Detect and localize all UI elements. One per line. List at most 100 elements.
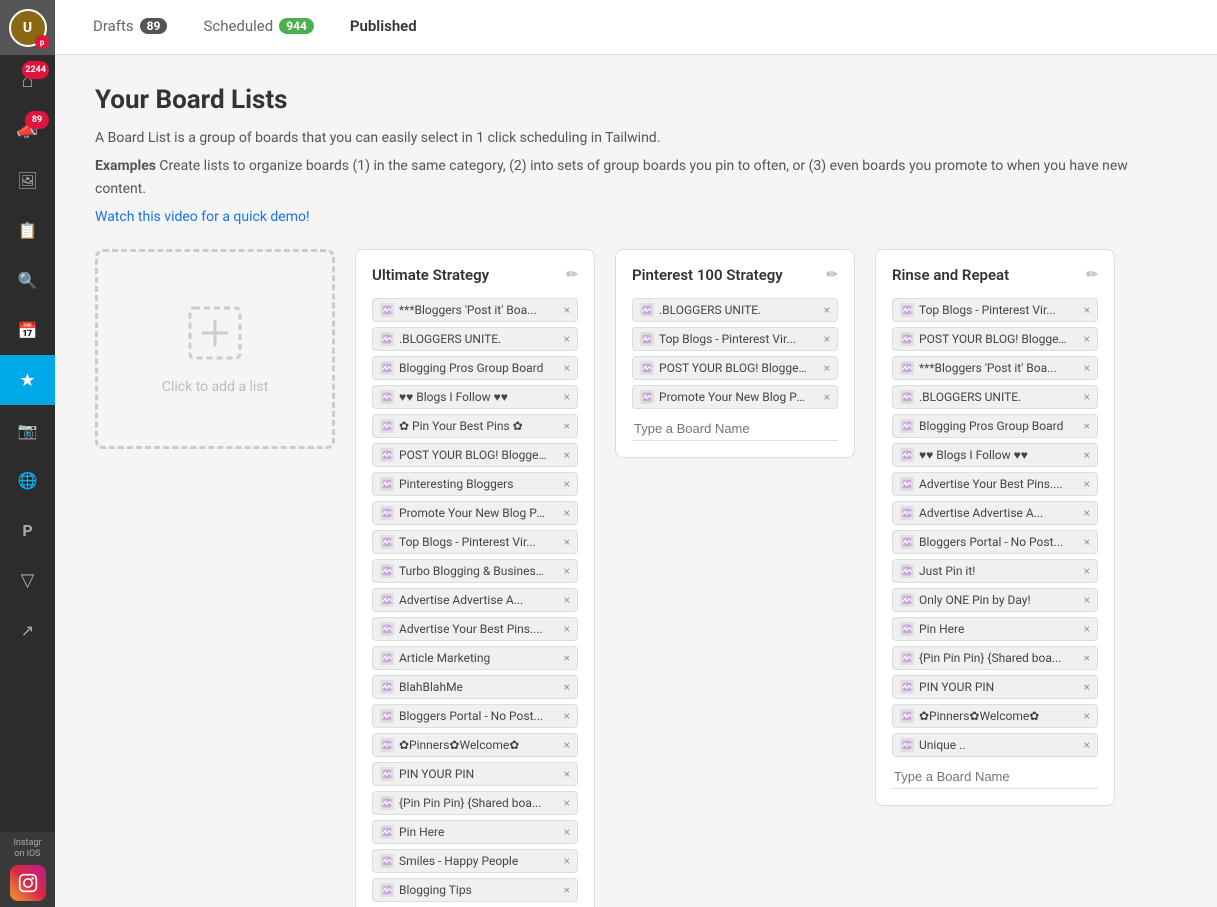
board-tag-remove[interactable]: × xyxy=(564,420,570,432)
board-tag-remove[interactable]: × xyxy=(1084,652,1090,664)
board-tag-remove[interactable]: × xyxy=(1084,362,1090,374)
board-list-card-rinse: Rinse and Repeat ✏ Top Blogs - Pinterest… xyxy=(875,249,1115,806)
board-tag-remove[interactable]: × xyxy=(564,855,570,867)
board-tag: Bloggers Portal - No Post... × xyxy=(372,704,578,728)
board-tag-remove[interactable]: × xyxy=(1084,681,1090,693)
board-tag-remove[interactable]: × xyxy=(564,507,570,519)
board-tag: BlahBlahMe× xyxy=(372,675,578,699)
sidebar-item-filter[interactable]: ▽ xyxy=(0,555,55,605)
board-tag: POST YOUR BLOG! Bloggers...× xyxy=(372,443,578,467)
board-tag-remove[interactable]: × xyxy=(564,768,570,780)
board-tag-remove[interactable]: × xyxy=(564,652,570,664)
board-tag-remove[interactable]: × xyxy=(564,826,570,838)
sidebar-item-pinterest[interactable]: P xyxy=(0,505,55,555)
board-tag-remove[interactable]: × xyxy=(564,594,570,606)
board-tag-remove[interactable]: × xyxy=(1084,507,1090,519)
board-tag-remove[interactable]: × xyxy=(824,333,830,345)
board-tag-remove[interactable]: × xyxy=(824,304,830,316)
tab-scheduled-label: Scheduled xyxy=(203,17,273,35)
add-list-placeholder[interactable]: Click to add a list xyxy=(95,249,335,449)
board-tag-remove[interactable]: × xyxy=(1084,333,1090,345)
tab-scheduled[interactable]: Scheduled 944 xyxy=(185,1,331,54)
board-tag-remove[interactable]: × xyxy=(564,565,570,577)
edit-icon-rinse[interactable]: ✏ xyxy=(1086,267,1098,283)
board-tag-icon xyxy=(380,419,394,433)
avatar-badge: p xyxy=(35,35,49,49)
board-tag-label: Pin Here xyxy=(399,825,444,839)
sidebar-item-calendar[interactable]: 📅 xyxy=(0,305,55,355)
board-input-rinse[interactable] xyxy=(892,765,1098,789)
sidebar-item-analytics[interactable]: ↗ xyxy=(0,605,55,655)
sidebar-item-home[interactable]: ⌂ xyxy=(0,55,55,105)
sidebar-item-instagram[interactable]: 📷 xyxy=(0,405,55,455)
board-tag-remove[interactable]: × xyxy=(1084,739,1090,751)
edit-icon-ultimate[interactable]: ✏ xyxy=(566,267,578,283)
board-tag-icon xyxy=(900,593,914,607)
board-tag-label: PIN YOUR PIN xyxy=(399,767,474,781)
sidebar-item-clipboard[interactable]: 📋 xyxy=(0,205,55,255)
board-tag-label: Blogging Pros Group Board xyxy=(399,361,543,375)
board-tag-icon xyxy=(380,303,394,317)
board-tag: Promote Your New Blog Pos...× xyxy=(372,501,578,525)
board-tag-remove[interactable]: × xyxy=(1084,391,1090,403)
demo-link[interactable]: Watch this video for a quick demo! xyxy=(95,209,310,225)
board-tag-icon xyxy=(380,709,394,723)
sidebar-item-notifications[interactable]: 📣 xyxy=(0,105,55,155)
board-tag-remove[interactable]: × xyxy=(564,478,570,490)
sidebar-bottom: Instagr on iOS xyxy=(0,832,55,907)
board-tag-remove[interactable]: × xyxy=(1084,420,1090,432)
board-tag-remove[interactable]: × xyxy=(1084,536,1090,548)
board-tag-remove[interactable]: × xyxy=(1084,623,1090,635)
board-tag-label: Pinteresting Bloggers xyxy=(399,477,513,491)
edit-icon-pinterest100[interactable]: ✏ xyxy=(826,267,838,283)
board-tag-icon xyxy=(380,361,394,375)
board-tag-label: Top Blogs - Pinterest Vir... xyxy=(659,332,796,346)
board-tag-remove[interactable]: × xyxy=(824,391,830,403)
avatar[interactable]: U p xyxy=(0,0,55,55)
board-tag-icon xyxy=(380,767,394,781)
board-tag-remove[interactable]: × xyxy=(564,362,570,374)
board-tag-remove[interactable]: × xyxy=(564,884,570,896)
board-tag: Pin Here × xyxy=(372,820,578,844)
tab-drafts[interactable]: Drafts 89 xyxy=(75,1,185,54)
board-tag-icon xyxy=(900,506,914,520)
board-tag-remove[interactable]: × xyxy=(564,391,570,403)
board-input-pinterest100[interactable] xyxy=(632,417,838,441)
board-tag-remove[interactable]: × xyxy=(564,797,570,809)
board-tag: PIN YOUR PIN × xyxy=(372,762,578,786)
board-tag-remove[interactable]: × xyxy=(564,739,570,751)
board-tag-remove[interactable]: × xyxy=(564,623,570,635)
board-tag-remove[interactable]: × xyxy=(564,449,570,461)
sidebar-item-favorites[interactable]: ★ xyxy=(0,355,55,405)
board-tag-remove[interactable]: × xyxy=(564,304,570,316)
board-tag-remove[interactable]: × xyxy=(564,681,570,693)
board-tag-remove[interactable]: × xyxy=(564,536,570,548)
instagram-promo-text2: on iOS xyxy=(14,849,40,859)
board-tag-icon xyxy=(900,622,914,636)
board-tag-label: Blogging Pros Group Board xyxy=(919,419,1063,433)
board-tag: Advertise Advertise A...× xyxy=(372,588,578,612)
board-tag-remove[interactable]: × xyxy=(1084,478,1090,490)
board-tag: Advertise Your Best Pins....× xyxy=(892,472,1098,496)
board-tag-remove[interactable]: × xyxy=(1084,710,1090,722)
board-tag: Article Marketing × xyxy=(372,646,578,670)
board-tag-remove[interactable]: × xyxy=(1084,565,1090,577)
board-tag-label: Bloggers Portal - No Post... xyxy=(399,709,543,723)
instagram-promo[interactable]: Instagr on iOS xyxy=(0,832,55,907)
board-tag-remove[interactable]: × xyxy=(1084,304,1090,316)
sidebar-item-globe[interactable]: 🌐 xyxy=(0,455,55,505)
board-tag-label: .BLOGGERS UNITE. xyxy=(919,390,1021,404)
board-tag-remove[interactable]: × xyxy=(1084,594,1090,606)
board-tag-icon xyxy=(900,709,914,723)
board-tag-remove[interactable]: × xyxy=(564,333,570,345)
tab-published[interactable]: Published xyxy=(332,1,435,54)
board-tag-icon xyxy=(380,448,394,462)
board-tag-label: ***Bloggers 'Post it' Boa... xyxy=(399,303,537,317)
sidebar-item-images[interactable]: 🖼 xyxy=(0,155,55,205)
board-tag-remove[interactable]: × xyxy=(564,710,570,722)
board-tag-remove[interactable]: × xyxy=(824,362,830,374)
board-tag-icon xyxy=(380,680,394,694)
board-tag-label: Article Marketing xyxy=(399,651,490,665)
sidebar-item-search[interactable]: 🔍 xyxy=(0,255,55,305)
board-tag-remove[interactable]: × xyxy=(1084,449,1090,461)
